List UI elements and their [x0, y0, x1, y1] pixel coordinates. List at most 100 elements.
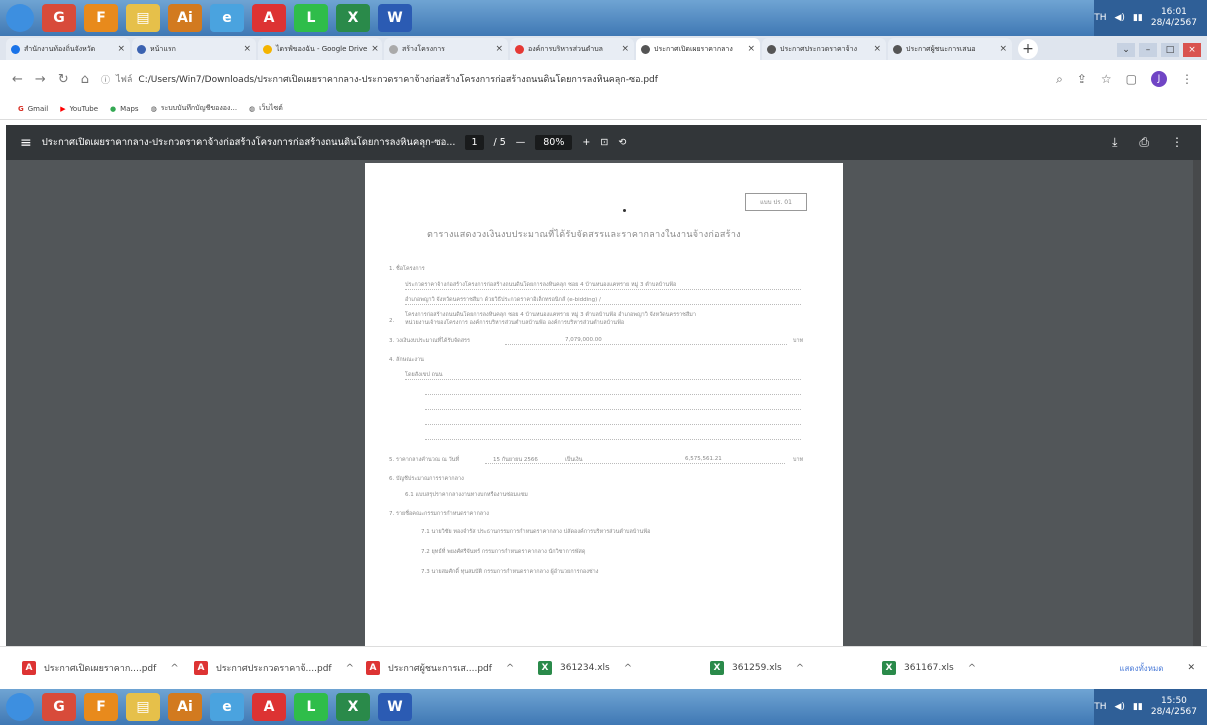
close-window-button[interactable]: ×: [1183, 43, 1201, 57]
start-orb-icon[interactable]: [6, 693, 34, 721]
bookmark-gmail[interactable]: G Gmail: [18, 105, 48, 113]
network-icon[interactable]: ▮▮: [1133, 13, 1143, 23]
tab-4[interactable]: สร้างโครงการ ×: [384, 38, 508, 60]
folder-icon[interactable]: ▤: [126, 693, 160, 721]
acrobat-icon[interactable]: A: [252, 4, 286, 32]
close-icon[interactable]: ×: [117, 44, 125, 54]
download-item[interactable]: A ประกาศเปิดเผยราคาก....pdf ^: [22, 661, 194, 675]
sidepanel-icon[interactable]: ▢: [1126, 72, 1137, 86]
language-indicator[interactable]: TH: [1094, 702, 1106, 712]
dotted-line: [425, 424, 801, 425]
close-icon[interactable]: ×: [747, 44, 755, 54]
close-icon[interactable]: ×: [999, 44, 1007, 54]
tab-2[interactable]: หน้าแรก ×: [132, 38, 256, 60]
clock[interactable]: 15:50 28/4/2567: [1151, 696, 1197, 718]
chevron-up-icon[interactable]: ^: [968, 663, 976, 674]
zoom-icon[interactable]: ⌕: [1056, 72, 1063, 87]
reload-icon[interactable]: ↻: [58, 72, 69, 87]
maximize-button[interactable]: □: [1161, 43, 1179, 57]
illustrator-icon[interactable]: Ai: [168, 4, 202, 32]
bookmark-star-icon[interactable]: ☆: [1101, 72, 1112, 86]
word-icon[interactable]: W: [378, 693, 412, 721]
chrome-icon[interactable]: G: [42, 693, 76, 721]
bookmark-maps[interactable]: ● Maps: [110, 105, 139, 113]
line-icon[interactable]: L: [294, 4, 328, 32]
ie-icon[interactable]: e: [210, 4, 244, 32]
close-icon[interactable]: ×: [873, 44, 881, 54]
firefox-icon[interactable]: F: [84, 693, 118, 721]
url-field[interactable]: ⓘ ไฟล์ C:/Users/Win7/Downloads/ประกาศเปิ…: [101, 72, 658, 86]
language-indicator[interactable]: TH: [1094, 13, 1106, 23]
rotate-icon[interactable]: ⟲: [618, 137, 626, 148]
home-icon[interactable]: ⌂: [81, 72, 89, 87]
profile-avatar[interactable]: J: [1151, 71, 1167, 87]
back-arrow-icon[interactable]: ←: [12, 72, 23, 87]
ie-icon[interactable]: e: [210, 693, 244, 721]
download-item[interactable]: X 361259.xls ^: [710, 661, 882, 675]
illustrator-icon[interactable]: Ai: [168, 693, 202, 721]
zoom-in-button[interactable]: +: [582, 137, 590, 148]
close-icon[interactable]: ×: [371, 44, 379, 54]
vertical-scrollbar[interactable]: [1193, 160, 1201, 646]
tab-1[interactable]: สำนักงานท้องถิ่นจังหวัด ×: [6, 38, 130, 60]
dotted-line: [505, 344, 787, 345]
folder-icon[interactable]: ▤: [126, 4, 160, 32]
tab-5[interactable]: องค์การบริหารส่วนตำบล ×: [510, 38, 634, 60]
new-tab-button[interactable]: +: [1018, 39, 1038, 59]
zoom-out-button[interactable]: —: [516, 137, 526, 148]
tab-search-icon[interactable]: ⌄: [1117, 43, 1135, 57]
downloads-actions: แสดงทั้งหมด ✕: [1119, 662, 1207, 675]
download-item[interactable]: A ประกาศประกวดราคาจ้....pdf ^: [194, 661, 366, 675]
pdf-file-icon: A: [22, 661, 36, 675]
tab-7[interactable]: ประกาศประกวดราคาจ้าง ×: [762, 38, 886, 60]
gmail-icon: G: [18, 104, 24, 113]
show-all-downloads-link[interactable]: แสดงทั้งหมด: [1119, 662, 1163, 675]
bookmark-youtube[interactable]: ▶ YouTube: [60, 105, 98, 113]
chevron-up-icon[interactable]: ^: [506, 663, 514, 674]
word-icon[interactable]: W: [378, 4, 412, 32]
line-icon[interactable]: L: [294, 693, 328, 721]
bookmark-website[interactable]: ◍ เว็บไซต์: [249, 103, 283, 114]
close-icon[interactable]: ×: [621, 44, 629, 54]
chevron-up-icon[interactable]: ^: [624, 663, 632, 674]
close-icon[interactable]: ×: [495, 44, 503, 54]
more-options-icon[interactable]: ⋮: [1171, 135, 1183, 150]
excel-icon[interactable]: X: [336, 693, 370, 721]
kebab-menu-icon[interactable]: ⋮: [1181, 72, 1193, 86]
acrobat-icon[interactable]: A: [252, 693, 286, 721]
network-icon[interactable]: ▮▮: [1133, 702, 1143, 712]
minimize-button[interactable]: –: [1139, 43, 1157, 57]
firefox-icon[interactable]: F: [84, 4, 118, 32]
fit-page-icon[interactable]: ⊡: [600, 137, 608, 148]
tab-8[interactable]: ประกาศผู้ชนะการเสนอ ×: [888, 38, 1012, 60]
chevron-up-icon[interactable]: ^: [170, 663, 178, 674]
close-icon[interactable]: ×: [243, 44, 251, 54]
info-icon[interactable]: ⓘ: [101, 73, 110, 86]
dotted-line: [405, 289, 801, 290]
volume-icon[interactable]: ◀): [1115, 13, 1125, 23]
excel-icon[interactable]: X: [336, 4, 370, 32]
print-icon[interactable]: ⎙: [1139, 135, 1149, 150]
tab-3[interactable]: ไดรฟ์ของฉัน - Google Drive ×: [258, 38, 382, 60]
close-icon[interactable]: ✕: [1187, 663, 1195, 673]
page-number-input[interactable]: 1: [465, 135, 484, 150]
chrome-icon[interactable]: G: [42, 4, 76, 32]
excel-file-icon: X: [882, 661, 896, 675]
download-item[interactable]: X 361167.xls ^: [882, 661, 1054, 675]
hamburger-menu-icon[interactable]: ≡: [20, 135, 32, 151]
zoom-level-input[interactable]: 80%: [535, 135, 573, 150]
download-item[interactable]: A ประกาศผู้ชนะการเส....pdf ^: [366, 661, 538, 675]
budget-value: 7,079,000.00: [565, 337, 602, 343]
start-orb-icon[interactable]: [6, 4, 34, 32]
pdf-viewer[interactable]: แบบ ปร. 01 ตารางแสดงวงเงินงบประมาณที่ได้…: [6, 160, 1201, 646]
download-item[interactable]: X 361234.xls ^: [538, 661, 710, 675]
forward-arrow-icon[interactable]: →: [35, 72, 46, 87]
bookmark-accounting[interactable]: ◍ ระบบบันทึกบัญชีขององ...: [151, 103, 237, 114]
share-icon[interactable]: ⇪: [1077, 72, 1087, 86]
tab-6-active[interactable]: ประกาศเปิดเผยราคากลาง ×: [636, 38, 760, 60]
clock[interactable]: 16:01 28/4/2567: [1151, 7, 1197, 29]
volume-icon[interactable]: ◀): [1115, 702, 1125, 712]
chevron-up-icon[interactable]: ^: [796, 663, 804, 674]
chevron-up-icon[interactable]: ^: [346, 663, 354, 674]
download-icon[interactable]: ⤓: [1112, 135, 1117, 150]
